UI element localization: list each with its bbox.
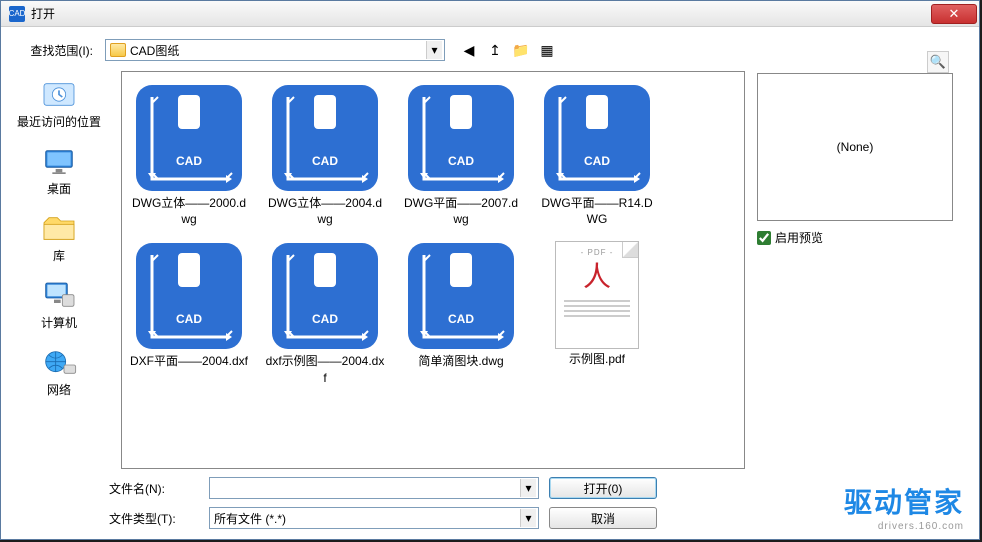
libraries-icon: [39, 211, 79, 245]
file-item[interactable]: CAD DWG平面——R14.DWG: [532, 78, 662, 232]
place-label: 网络: [47, 381, 71, 398]
computer-icon: [39, 278, 79, 312]
folder-icon: [110, 43, 126, 57]
open-dialog: CAD 打开 ✕ 查找范围(I): CAD图纸 ▾ ◀ ↥ 📁 ▦: [0, 0, 980, 540]
cad-file-icon: CAD: [270, 241, 380, 351]
file-item[interactable]: CAD DWG平面——2007.dwg: [396, 78, 526, 232]
place-recent[interactable]: 最近访问的位置: [13, 73, 105, 134]
watermark-en: drivers.160.com: [844, 521, 964, 532]
close-button[interactable]: ✕: [931, 4, 977, 24]
place-label: 库: [53, 247, 65, 264]
preview-panel: (None) 启用预览: [757, 71, 967, 469]
file-item[interactable]: CAD DWG立体——2000.dwg: [124, 78, 254, 232]
cad-file-icon: CAD: [270, 83, 380, 193]
file-name: 简单滴图块.dwg: [401, 353, 521, 369]
file-name: DWG平面——2007.dwg: [401, 195, 521, 227]
cad-file-icon: CAD: [406, 241, 516, 351]
file-name: DWG立体——2000.dwg: [129, 195, 249, 227]
cancel-button[interactable]: 取消: [549, 507, 657, 529]
enable-preview-label: 启用预览: [775, 229, 823, 246]
svg-text:CAD: CAD: [448, 312, 474, 326]
filetype-label: 文件类型(T):: [109, 510, 199, 527]
preview-none-text: (None): [837, 140, 874, 154]
svg-text:CAD: CAD: [448, 154, 474, 168]
filename-label: 文件名(N):: [109, 480, 199, 497]
place-desktop[interactable]: 桌面: [35, 140, 83, 201]
file-list-pane[interactable]: CAD DWG立体——2000.dwg CAD DWG立体——2004.dwg CAD D…: [121, 71, 745, 469]
filename-combo[interactable]: ▾: [209, 477, 539, 499]
places-bar: 最近访问的位置桌面库计算机网络: [9, 71, 109, 469]
cad-file-icon: CAD: [542, 83, 652, 193]
pdf-file-icon: - PDF -人: [555, 241, 639, 349]
file-item[interactable]: CAD dxf示例图——2004.dxf: [260, 236, 390, 390]
up-one-level-icon[interactable]: ↥: [485, 40, 505, 60]
lookin-value: CAD图纸: [130, 42, 179, 59]
cad-file-icon: CAD: [134, 83, 244, 193]
svg-text:CAD: CAD: [176, 154, 202, 168]
new-folder-icon[interactable]: 📁: [511, 40, 531, 60]
svg-text:CAD: CAD: [312, 154, 338, 168]
watermark: 驱动管家 drivers.160.com: [844, 481, 964, 532]
desktop-icon: [39, 144, 79, 178]
file-name: 示例图.pdf: [537, 351, 657, 367]
enable-preview-checkbox[interactable]: [757, 231, 771, 245]
file-item[interactable]: - PDF -人示例图.pdf: [532, 236, 662, 390]
place-network[interactable]: 网络: [35, 341, 83, 402]
titlebar: CAD 打开 ✕: [1, 1, 979, 27]
enable-preview-row[interactable]: 启用预览: [757, 229, 967, 246]
filetype-combo[interactable]: 所有文件 (*.*) ▾: [209, 507, 539, 529]
place-label: 计算机: [41, 314, 77, 331]
svg-text:CAD: CAD: [312, 312, 338, 326]
svg-text:CAD: CAD: [176, 312, 202, 326]
file-name: DWG平面——R14.DWG: [537, 195, 657, 227]
cad-file-icon: CAD: [134, 241, 244, 351]
back-icon[interactable]: ◀: [459, 40, 479, 60]
file-name: dxf示例图——2004.dxf: [265, 353, 385, 385]
place-label: 最近访问的位置: [17, 113, 101, 130]
lookin-label: 查找范围(I):: [9, 42, 99, 59]
view-menu-icon[interactable]: ▦: [537, 40, 557, 60]
window-title: 打开: [31, 5, 931, 22]
search-icon[interactable]: 🔍: [927, 51, 949, 73]
filetype-value: 所有文件 (*.*): [214, 510, 286, 527]
place-label: 桌面: [47, 180, 71, 197]
file-item[interactable]: CAD DXF平面——2004.dxf: [124, 236, 254, 390]
file-item[interactable]: CAD 简单滴图块.dwg: [396, 236, 526, 390]
svg-text:CAD: CAD: [584, 154, 610, 168]
watermark-cn: 驱动管家: [844, 481, 964, 521]
file-name: DXF平面——2004.dxf: [129, 353, 249, 369]
app-icon: CAD: [9, 6, 25, 22]
place-libraries[interactable]: 库: [35, 207, 83, 268]
chevron-down-icon[interactable]: ▾: [520, 479, 536, 497]
chevron-down-icon[interactable]: ▾: [426, 41, 442, 59]
file-item[interactable]: CAD DWG立体——2004.dwg: [260, 78, 390, 232]
open-button[interactable]: 打开(0): [549, 477, 657, 499]
lookin-toolbar: 查找范围(I): CAD图纸 ▾ ◀ ↥ 📁 ▦: [9, 35, 967, 71]
cad-file-icon: CAD: [406, 83, 516, 193]
place-computer[interactable]: 计算机: [35, 274, 83, 335]
preview-box: (None): [757, 73, 953, 221]
chevron-down-icon[interactable]: ▾: [520, 509, 536, 527]
network-icon: [39, 345, 79, 379]
file-name: DWG立体——2004.dwg: [265, 195, 385, 227]
lookin-combo[interactable]: CAD图纸 ▾: [105, 39, 445, 61]
recent-icon: [39, 77, 79, 111]
